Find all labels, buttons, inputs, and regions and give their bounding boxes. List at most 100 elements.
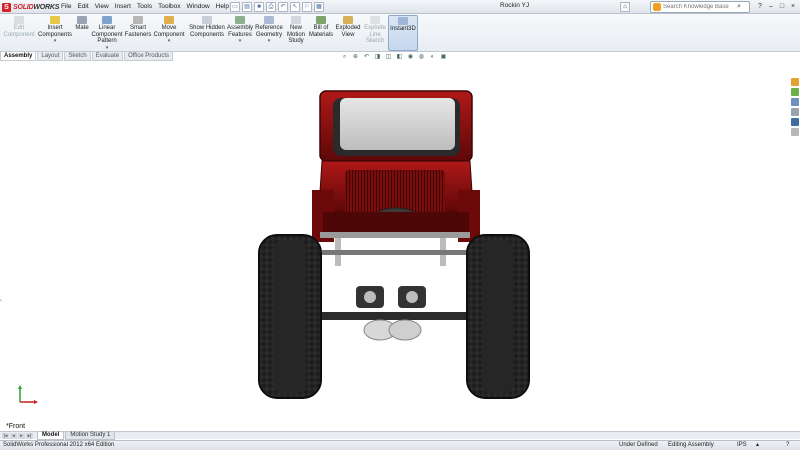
insert-components-button[interactable]: Insert Components ▾ — [36, 15, 74, 51]
open-icon[interactable]: ▤ — [242, 2, 252, 12]
help-toolbar: ⌂ — [620, 2, 630, 12]
title-bar: S SOLIDWORKS File Edit View Insert Tools… — [0, 0, 800, 14]
new-motion-study-button[interactable]: New Motion Study — [284, 15, 308, 51]
tab-model[interactable]: Model — [37, 431, 65, 440]
edit-component-button[interactable]: Edit Component — [2, 15, 36, 51]
save-icon[interactable]: ■ — [254, 2, 264, 12]
left-tire — [258, 234, 322, 399]
zoom-area-icon[interactable]: ⊕ — [351, 53, 360, 61]
mate-icon — [77, 16, 87, 24]
units-status[interactable]: IPS — [737, 441, 747, 450]
display-style-icon[interactable]: ◧ — [395, 53, 404, 61]
previous-view-icon[interactable]: ↶ — [362, 53, 371, 61]
linear-pattern-button[interactable]: Linear Component Pattern ▾ — [90, 15, 124, 51]
reference-geometry-button[interactable]: Reference Geometry ▾ — [254, 15, 284, 51]
search-input[interactable] — [651, 2, 731, 12]
tab-sketch[interactable]: Sketch — [64, 52, 91, 61]
edit-appearance-icon[interactable]: ◍ — [417, 53, 426, 61]
menu-tools[interactable]: Tools — [134, 2, 155, 11]
exploded-view-button[interactable]: Exploded View — [334, 15, 362, 51]
last-tab-icon[interactable]: ▸| — [26, 432, 33, 439]
search-scope-icon[interactable] — [653, 3, 661, 11]
appearances-icon[interactable] — [791, 118, 799, 126]
apply-scene-icon[interactable]: ◐ — [428, 53, 437, 61]
file-explorer-icon[interactable] — [791, 98, 799, 106]
tab-assembly[interactable]: Assembly — [0, 52, 37, 61]
chevron-down-icon[interactable]: ▾ — [254, 38, 284, 45]
smart-fasteners-icon — [133, 16, 143, 24]
feature-manager-handle-icon[interactable]: ‹ — [0, 298, 4, 308]
custom-properties-icon[interactable] — [791, 128, 799, 136]
help-icon[interactable]: ? — [755, 2, 765, 12]
show-hidden-label: Show Hidden Components — [189, 25, 225, 38]
instant3d-button[interactable]: Instant3D — [388, 15, 418, 51]
maximize-icon[interactable]: □ — [777, 2, 787, 12]
menu-insert[interactable]: Insert — [112, 2, 134, 11]
instant3d-icon — [398, 17, 408, 25]
next-tab-icon[interactable]: ▸ — [18, 432, 25, 439]
minimize-icon[interactable]: – — [766, 2, 776, 12]
view-settings-icon[interactable]: ▣ — [439, 53, 448, 61]
explode-line-icon — [370, 16, 380, 24]
menu-window[interactable]: Window — [184, 2, 213, 11]
hide-show-items-icon[interactable]: ◉ — [406, 53, 415, 61]
view-orientation-label: *Front — [6, 423, 26, 430]
new-document-icon[interactable]: ▭ — [230, 2, 240, 12]
units-chevron-icon[interactable]: ▴ — [756, 441, 759, 450]
print-icon[interactable]: ⎙ — [266, 2, 276, 12]
design-library-icon[interactable] — [791, 88, 799, 96]
close-icon[interactable]: × — [788, 2, 798, 12]
search-box[interactable]: ⌕ — [650, 1, 750, 13]
help-icon[interactable]: ? — [786, 441, 789, 450]
tab-motion-study-1[interactable]: Motion Study 1 — [65, 431, 116, 440]
search-icon[interactable]: ⌕ — [737, 3, 741, 11]
zoom-to-fit-icon[interactable]: ⌕ — [340, 53, 349, 61]
smart-fasteners-button[interactable]: Smart Fasteners — [124, 15, 152, 51]
chevron-down-icon[interactable]: ▾ — [90, 45, 124, 52]
quick-access-toolbar: ▭ ▤ ■ ⎙ ↶ ↖ ⚐ ▦ — [230, 2, 324, 12]
menu-bar: File Edit View Insert Tools Toolbox Wind… — [58, 2, 232, 11]
chevron-down-icon[interactable]: ▾ — [36, 38, 74, 45]
show-hidden-components-button[interactable]: Show Hidden Components — [188, 15, 226, 51]
explode-line-sketch-button[interactable]: Explode Line Sketch — [362, 15, 388, 51]
graphics-area[interactable]: ‹ — [0, 62, 790, 430]
bill-of-materials-icon — [316, 16, 326, 24]
jeep-model-render[interactable] — [0, 62, 790, 430]
undo-icon[interactable]: ↶ — [278, 2, 288, 12]
rebuild-icon[interactable]: ⚐ — [302, 2, 312, 12]
move-component-label: Move Component — [153, 25, 185, 38]
first-tab-icon[interactable]: |◂ — [2, 432, 9, 439]
menu-toolbox[interactable]: Toolbox — [155, 2, 183, 11]
view-palette-icon[interactable] — [791, 108, 799, 116]
exploded-view-icon — [343, 16, 353, 24]
options-icon[interactable]: ▦ — [314, 2, 324, 12]
move-component-button[interactable]: Move Component ▾ — [152, 15, 186, 51]
logo-text: SOLIDWORKS — [13, 3, 60, 11]
assembly-features-button[interactable]: Assembly Features ▾ — [226, 15, 254, 51]
chevron-down-icon[interactable]: ▾ — [152, 38, 186, 45]
tab-office-products[interactable]: Office Products — [124, 52, 173, 61]
section-view-icon[interactable]: ◨ — [373, 53, 382, 61]
windshield-frame — [319, 90, 473, 162]
select-icon[interactable]: ↖ — [290, 2, 300, 12]
definition-status: Under Defined — [619, 442, 658, 448]
tab-layout[interactable]: Layout — [37, 52, 64, 61]
edit-component-label: Edit Component — [3, 25, 35, 38]
prev-tab-icon[interactable]: ◂ — [10, 432, 17, 439]
tab-evaluate[interactable]: Evaluate — [91, 52, 124, 61]
view-orientation-icon[interactable]: ◫ — [384, 53, 393, 61]
solidworks-logo[interactable]: S SOLIDWORKS — [2, 2, 59, 12]
menu-edit[interactable]: Edit — [74, 2, 91, 11]
motion-study-icon — [291, 16, 301, 24]
chevron-down-icon[interactable]: ▾ — [226, 38, 254, 45]
tab-navigation: |◂ ◂ ▸ ▸| — [2, 432, 33, 439]
menu-file[interactable]: File — [58, 2, 74, 11]
smart-fasteners-label: Smart Fasteners — [124, 25, 152, 38]
menu-view[interactable]: View — [92, 2, 112, 11]
insert-components-label: Insert Components — [37, 25, 73, 38]
mate-button[interactable]: Mate — [74, 15, 90, 51]
bill-of-materials-button[interactable]: Bill of Materials — [308, 15, 334, 51]
resources-icon[interactable] — [791, 78, 799, 86]
reference-geometry-label: Reference Geometry — [255, 25, 283, 38]
solidworks-resources-icon[interactable]: ⌂ — [620, 2, 630, 12]
